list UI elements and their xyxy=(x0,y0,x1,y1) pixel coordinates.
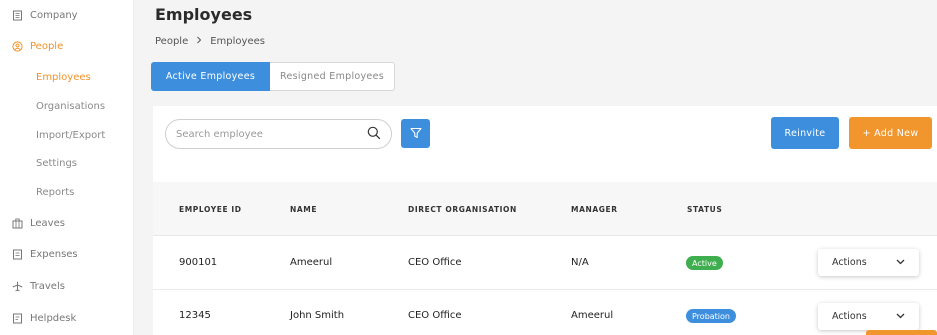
breadcrumb: People Employees xyxy=(155,36,265,47)
chevron-down-icon xyxy=(896,257,905,268)
cell-name[interactable]: John Smith xyxy=(290,310,344,321)
status-badge: Active xyxy=(686,256,723,270)
sidebar-item-expenses[interactable]: Expenses xyxy=(12,249,78,260)
building-icon xyxy=(12,10,23,21)
sidebar-item-label: Leaves xyxy=(30,218,65,229)
status-badge: Probation xyxy=(686,309,736,323)
sidebar-item-label: Travels xyxy=(30,281,65,292)
column-header-manager: MANAGER xyxy=(571,205,618,214)
actions-label: Actions xyxy=(832,257,867,268)
cell-organisation: CEO Office xyxy=(408,257,462,268)
sidebar-item-label: Helpdesk xyxy=(30,313,77,324)
sidebar-item-label: Company xyxy=(30,10,78,21)
sidebar-item-people[interactable]: People xyxy=(12,41,63,52)
sidebar-item-label: Expenses xyxy=(30,249,78,260)
cell-employee-id: 12345 xyxy=(179,310,211,321)
suitcase-icon xyxy=(12,218,23,229)
plane-icon xyxy=(12,281,23,292)
column-header-direct-organisation: DIRECT ORGANISATION xyxy=(408,205,517,214)
filter-button[interactable] xyxy=(401,119,430,148)
cell-employee-id: 900101 xyxy=(179,257,218,268)
page-title: Employees xyxy=(155,5,253,24)
tab-resigned-employees[interactable]: Resigned Employees xyxy=(270,62,395,91)
breadcrumb-people[interactable]: People xyxy=(155,36,188,47)
sidebar-subitem-reports[interactable]: Reports xyxy=(36,187,74,198)
people-icon xyxy=(12,41,23,52)
reinvite-button[interactable]: Reinvite xyxy=(771,117,839,149)
search-box xyxy=(165,119,392,149)
sidebar-subitem-import-export[interactable]: Import/Export xyxy=(36,130,105,141)
sidebar-item-helpdesk[interactable]: Helpdesk xyxy=(12,313,76,324)
helpdesk-icon xyxy=(12,313,23,324)
chevron-down-icon xyxy=(896,311,905,322)
add-new-button[interactable]: + Add New xyxy=(849,117,932,149)
sidebar-subitem-settings[interactable]: Settings xyxy=(36,158,77,169)
search-input[interactable] xyxy=(176,128,367,140)
sidebar: Company People Employees Organisations I… xyxy=(0,0,134,335)
chevron-right-icon xyxy=(196,36,202,47)
filter-icon xyxy=(409,124,422,143)
cell-name[interactable]: Ameerul xyxy=(290,257,332,268)
sidebar-item-label: People xyxy=(30,41,64,52)
cell-manager: Ameerul xyxy=(571,310,614,321)
cell-manager: N/A xyxy=(571,257,589,268)
search-icon[interactable] xyxy=(367,125,381,144)
column-header-status: STATUS xyxy=(687,205,723,214)
sidebar-item-travels[interactable]: Travels xyxy=(12,281,65,292)
receipt-icon xyxy=(12,249,23,260)
actions-dropdown[interactable]: Actions xyxy=(818,249,919,276)
tab-active-employees[interactable]: Active Employees xyxy=(151,62,270,91)
column-header-employee-id: EMPLOYEE ID xyxy=(179,205,242,214)
actions-label: Actions xyxy=(832,311,867,322)
cell-organisation: CEO Office xyxy=(408,310,462,321)
column-header-name: NAME xyxy=(290,205,318,214)
partial-element xyxy=(866,330,937,335)
sidebar-subitem-organisations[interactable]: Organisations xyxy=(36,101,105,112)
breadcrumb-employees: Employees xyxy=(210,36,265,47)
sidebar-item-leaves[interactable]: Leaves xyxy=(12,218,65,229)
row-divider xyxy=(153,289,937,290)
actions-dropdown[interactable]: Actions xyxy=(818,303,919,330)
sidebar-subitem-employees[interactable]: Employees xyxy=(36,72,91,83)
table-header xyxy=(153,182,937,236)
sidebar-item-company[interactable]: Company xyxy=(12,10,78,21)
